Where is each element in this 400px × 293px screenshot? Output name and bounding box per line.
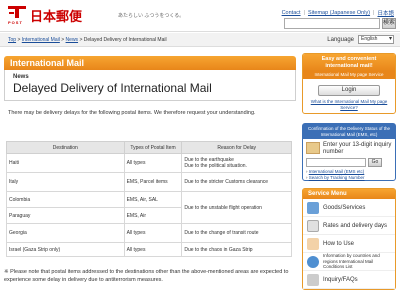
cell-destination: Georgia — [6, 223, 125, 243]
tagline: あたらしい ふつうをつくる。 — [118, 13, 185, 19]
news-box: News Delayed Delivery of International M… — [4, 70, 296, 101]
sidebar: Easy and convenient international mail! … — [302, 53, 396, 290]
cell-reason: Due to the change of transit route — [181, 223, 292, 243]
sitemap-link[interactable]: Sitemap (Japanese Only) — [308, 10, 370, 16]
breadcrumb-news[interactable]: News — [66, 37, 79, 43]
table-row: Italy EMS, Parcel items Due to the stric… — [6, 172, 292, 192]
promo-subheading: International Mail My page Service — [303, 71, 395, 79]
cell-types: All types — [123, 242, 183, 257]
breadcrumb-international-mail[interactable]: International Mail — [22, 37, 60, 43]
table-row: Georgia All types Due to the change of t… — [6, 223, 292, 243]
cell-destination: Colombia — [6, 191, 125, 208]
header-reason: Reason for Delay — [181, 141, 292, 154]
intro-text: There may be delivery delays for the fol… — [8, 110, 256, 116]
table-row: Colombia EMS, Air, SAL Due to the unstab… — [6, 191, 292, 224]
language-dropdown[interactable]: English — [358, 35, 394, 44]
table-row: Israel (Gaza Strip only) All types Due t… — [6, 242, 292, 257]
promo-heading: Easy and convenient international mail! — [303, 54, 395, 71]
hand-icon — [307, 237, 319, 250]
japanese-link[interactable]: 日本語 — [377, 9, 394, 17]
login-button[interactable]: Login — [318, 85, 380, 96]
news-label: News — [13, 74, 29, 80]
note-text: ※ Please note that postal items addresse… — [4, 269, 289, 283]
logo-text[interactable]: 日本郵便 — [30, 6, 82, 25]
service-menu-heading: Service Menu — [303, 189, 395, 199]
cell-reason: Due to the earthquake Due to the politic… — [181, 153, 292, 173]
cell-destination: Israel (Gaza Strip only) — [6, 242, 125, 257]
table-row: Haiti All types Due to the earthquake Du… — [6, 153, 292, 173]
japan-post-logo-icon[interactable] — [6, 4, 28, 20]
cell-reason: Due to the unstable flight operation — [181, 191, 292, 224]
track-button[interactable]: Go — [368, 158, 382, 167]
goods-icon — [307, 201, 319, 214]
header-destination: Destination — [6, 141, 125, 154]
main-content: International Mail News Delayed Delivery… — [4, 56, 296, 116]
service-how-to-use[interactable]: How to Use — [303, 235, 395, 253]
cell-reason: Due to the chaos in Gaza Strip — [181, 242, 292, 257]
language-selector: Language English — [327, 35, 394, 44]
tracking-number-input[interactable] — [306, 158, 366, 167]
breadcrumb-top[interactable]: Top — [8, 37, 16, 43]
search-tracking-link[interactable]: Search by Tracking Number — [309, 175, 365, 180]
page-title: Delayed Delivery of International Mail — [13, 81, 212, 95]
breadcrumb-bar: Top > International Mail > News > Delaye… — [0, 33, 400, 47]
language-label: Language — [327, 36, 354, 43]
cell-types: EMS, Air, SAL — [123, 191, 183, 208]
ems-link[interactable]: International Mail (EMS etc) — [309, 169, 365, 174]
breadcrumb: Top > International Mail > News > Delaye… — [8, 37, 167, 43]
logo-post-text: POST — [8, 20, 23, 25]
section-title: International Mail — [4, 56, 296, 70]
cell-types: All types — [123, 223, 183, 243]
cell-destination: Haiti — [6, 153, 125, 173]
header-types: Types of Postal Item — [123, 141, 183, 154]
cell-types: All types — [123, 153, 183, 173]
search-button[interactable]: 検索 — [382, 18, 396, 29]
service-menu: Service Menu Goods/Services Rates and de… — [302, 188, 396, 290]
service-country-info[interactable]: Information by countries and regions Int… — [303, 253, 395, 271]
package-icon — [306, 142, 320, 154]
breadcrumb-current: Delayed Delivery of International Mail — [83, 37, 167, 43]
calendar-icon — [307, 219, 319, 232]
cell-destination: Paraguay — [6, 207, 125, 224]
contact-link[interactable]: Contact — [282, 10, 301, 16]
phone-icon — [307, 273, 319, 286]
search-input[interactable] — [284, 18, 380, 29]
globe-icon — [307, 255, 319, 268]
tracking-box: Confirmation of the Delivery Status of t… — [302, 123, 396, 181]
top-links: Contact | Sitemap (Japanese Only) | 日本語 — [281, 9, 394, 17]
service-rates[interactable]: Rates and delivery days — [303, 217, 395, 235]
mypage-info-link[interactable]: What is the International Mail My page S… — [311, 99, 388, 110]
cell-destination: Italy — [6, 172, 125, 192]
cell-types: EMS, Air — [123, 207, 183, 224]
tracking-instructions: Enter your 13-digit inquiry number — [323, 142, 392, 155]
service-inquiry[interactable]: Inquiry/FAQs — [303, 271, 395, 289]
delay-table: Destination Types of Postal Item Reason … — [6, 141, 292, 257]
tracking-heading: Confirmation of the Delivery Status of t… — [303, 124, 395, 139]
header: POST 日本郵便 あたらしい ふつうをつくる。 Contact | Sitem… — [0, 0, 400, 32]
cell-reason: Due to the stricter Customs clearance — [181, 172, 292, 192]
mypage-promo: Easy and convenient international mail! … — [302, 53, 396, 114]
cell-types: EMS, Parcel items — [123, 172, 183, 192]
search-row: 検索 — [284, 18, 396, 29]
service-goods[interactable]: Goods/Services — [303, 199, 395, 217]
